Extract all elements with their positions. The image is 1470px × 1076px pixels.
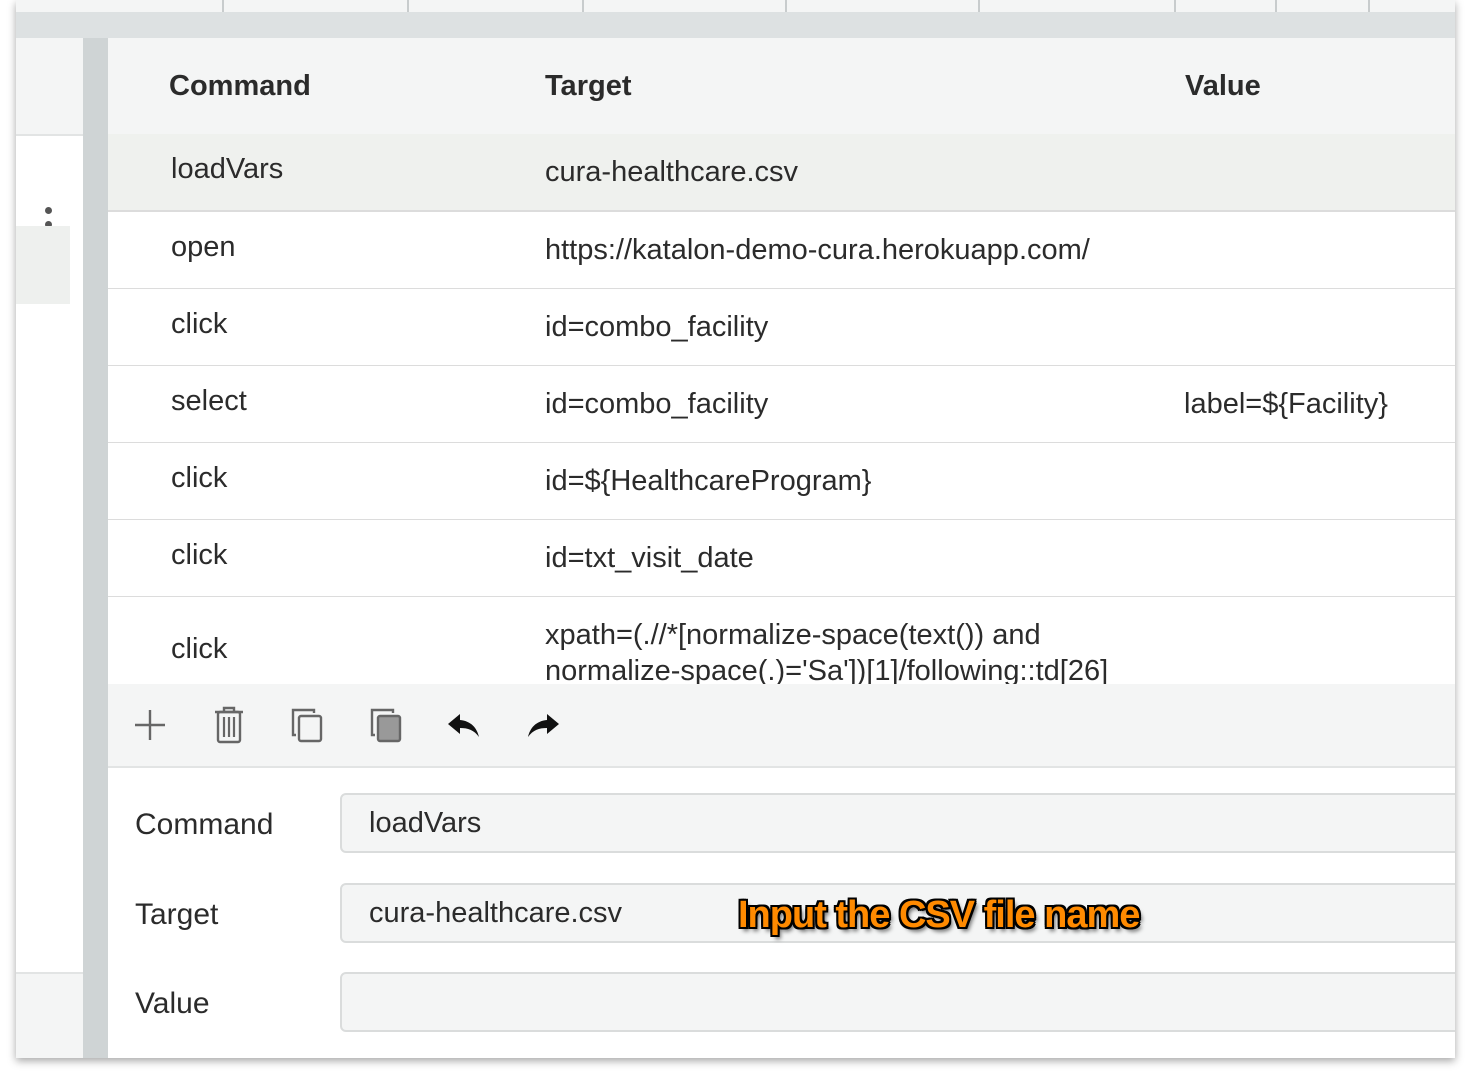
table-row[interactable]: click xpath=(.//*[normalize-space(text()… — [108, 597, 1455, 684]
tab-separator — [582, 0, 584, 12]
command-cell: click — [171, 539, 228, 571]
table-header: Command Target Value — [108, 38, 1455, 136]
column-header-target: Target — [545, 70, 632, 102]
command-cell: click — [171, 308, 228, 340]
target-cell: xpath=(.//*[normalize-space(text()) and … — [545, 619, 1109, 684]
target-cell: id=combo_facility — [545, 388, 769, 420]
table-row[interactable]: click id=combo_facility — [108, 289, 1455, 367]
value-label: Value — [135, 987, 210, 1020]
undo-icon[interactable] — [443, 704, 485, 746]
command-panel: Command Target Value loadVars cura-healt… — [108, 38, 1455, 1058]
target-cell: id=combo_facility — [545, 311, 769, 343]
command-cell: select — [171, 385, 247, 417]
table-row[interactable]: select id=combo_facility label=${Facilit… — [108, 366, 1455, 444]
table-row[interactable]: click id=txt_visit_date — [108, 520, 1455, 598]
tab-separator — [1275, 0, 1277, 12]
sidebar-footer — [16, 972, 83, 1058]
target-label: Target — [135, 898, 219, 931]
command-field[interactable]: loadVars — [340, 793, 1455, 853]
table-row[interactable]: click id=${HealthcareProgram} — [108, 443, 1455, 521]
target-cell: https://katalon-demo-cura.herokuapp.com/ — [545, 234, 1090, 266]
table-row[interactable]: open https://katalon-demo-cura.herokuapp… — [108, 212, 1455, 290]
sidebar-selected-item[interactable] — [16, 226, 70, 304]
target-cell: id=${HealthcareProgram} — [545, 465, 872, 497]
annotation-callout: Input the CSV file name — [738, 894, 1140, 936]
target-cell: cura-healthcare.csv — [545, 156, 799, 188]
column-header-value: Value — [1185, 70, 1261, 102]
value-cell: label=${Facility} — [1184, 388, 1388, 420]
tab-separator — [978, 0, 980, 12]
top-tab-bar — [16, 0, 1455, 38]
tab-separator — [407, 0, 409, 12]
command-toolbar — [108, 684, 1455, 768]
copy-icon[interactable] — [286, 704, 328, 746]
paste-icon[interactable] — [365, 704, 407, 746]
target-cell: id=txt_visit_date — [545, 542, 754, 574]
tab-separator — [785, 0, 787, 12]
tab-separator — [1174, 0, 1176, 12]
value-field[interactable] — [340, 972, 1455, 1032]
tab-separator — [222, 0, 224, 12]
sidebar-header — [16, 38, 83, 136]
table-row[interactable]: loadVars cura-healthcare.csv — [108, 134, 1455, 212]
redo-icon[interactable] — [522, 704, 564, 746]
command-table-body: loadVars cura-healthcare.csv open https:… — [108, 134, 1455, 684]
command-label: Command — [135, 808, 274, 841]
command-cell: loadVars — [171, 153, 284, 185]
tab-separator — [1368, 0, 1370, 12]
panel-resize-handle[interactable] — [83, 38, 108, 1058]
command-cell: open — [171, 231, 236, 263]
test-case-sidebar — [16, 38, 83, 1058]
command-editor: Command loadVars Target cura-healthcare.… — [108, 768, 1455, 1058]
add-icon[interactable] — [129, 704, 171, 746]
column-header-command: Command — [169, 70, 311, 102]
delete-icon[interactable] — [208, 704, 250, 746]
app-window: Command Target Value loadVars cura-healt… — [16, 0, 1455, 1058]
command-cell: click — [171, 633, 228, 665]
command-cell: click — [171, 462, 228, 494]
tab-strip — [16, 0, 1455, 12]
